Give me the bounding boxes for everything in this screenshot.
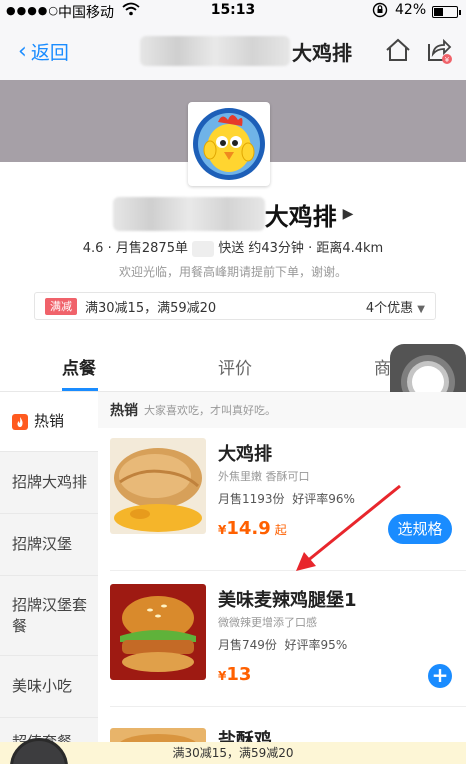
sidebar-item-label: 热销 — [34, 412, 65, 430]
menu-content: 热销 大家喜欢吃，才叫真好吃。 大鸡排 外焦里嫩 香酥可口 月售1193份 好评… — [98, 392, 466, 764]
item-name: 大鸡排 — [218, 444, 272, 465]
sidebar-item-burger-combo[interactable]: 招牌汉堡套餐 — [0, 576, 98, 656]
back-button[interactable]: ‹ 返回 — [18, 38, 69, 65]
sidebar-item-label: 招牌大鸡排 — [12, 473, 88, 491]
item-desc: 微微辣更增添了口感 — [218, 616, 317, 629]
sidebar-item-label: 招牌汉堡套餐 — [12, 595, 88, 635]
add-to-cart-button[interactable]: + — [428, 664, 452, 688]
shop-monthly-sales: 月售2875单 — [115, 241, 188, 256]
blurred-region — [192, 240, 215, 257]
item-name: 美味麦辣鸡腿堡1 — [218, 590, 357, 611]
fire-icon — [12, 413, 28, 430]
home-icon[interactable] — [384, 36, 412, 64]
battery-icon — [432, 6, 461, 18]
section-header: 热销 大家喜欢吃，才叫真好吃。 — [98, 392, 466, 428]
sidebar-item-label: 美味小吃 — [12, 677, 73, 695]
svg-text:¥: ¥ — [445, 56, 450, 64]
nav-bar: ‹ 返回 大鸡排 ¥ — [0, 22, 466, 80]
tab-reviews[interactable]: 评价 — [218, 354, 252, 379]
item-desc: 外焦里嫩 香酥可口 — [218, 470, 310, 483]
blurred-title-region — [140, 36, 290, 66]
category-sidebar: 热销 招牌大鸡排 招牌汉堡 招牌汉堡套餐 美味小吃 超值套餐 — [0, 392, 98, 764]
shop-notice: 欢迎光临，用餐高峰期请提前下单，谢谢。 — [118, 265, 347, 279]
shop-delivery-time: 快送 约43分钟 — [218, 241, 304, 256]
tab-order[interactable]: 点餐 — [62, 354, 96, 379]
item-image-spicy-burger — [110, 584, 206, 680]
back-label: 返回 — [30, 42, 69, 64]
promo-text: 满30减15，满59减20 — [85, 301, 217, 316]
promo-count: 4个优惠 ▼ — [365, 301, 425, 316]
shop-name-text: 大鸡排 — [264, 202, 337, 231]
promo-tag: 满减 — [45, 298, 77, 315]
tab-active-indicator — [62, 388, 98, 391]
promo-bar[interactable]: 满减 满30减15，满59减20 4个优惠 ▼ — [34, 292, 436, 320]
item-price: ¥13 — [218, 664, 252, 685]
item-sales: 月售1193份 好评率96% — [218, 492, 355, 506]
section-title: 热销 — [110, 403, 138, 419]
item-price: ¥14.9 起 — [218, 518, 287, 539]
shop-rating: 4.6 — [82, 241, 104, 256]
rotation-lock-icon — [372, 2, 388, 22]
share-icon[interactable]: ¥ — [424, 36, 452, 64]
sidebar-item-signature-burger[interactable]: 招牌汉堡 — [0, 514, 98, 576]
bottom-promo-bar: 满30减15，满59减20 — [0, 742, 466, 764]
shop-distance: 距离4.4km — [316, 241, 384, 256]
select-spec-button[interactable]: 选规格 — [388, 514, 452, 544]
section-subtitle: 大家喜欢吃，才叫真好吃。 — [144, 404, 276, 417]
item-sales: 月售749份 好评率95% — [218, 638, 348, 652]
chevron-left-icon: ‹ — [18, 38, 27, 64]
sidebar-item-snacks[interactable]: 美味小吃 — [0, 656, 98, 718]
battery-percent: 42% — [395, 2, 427, 18]
shop-stats: 4.6 · 月售2875单 快送 约43分钟 · 距离4.4km — [82, 240, 384, 257]
menu-item[interactable]: 美味麦辣鸡腿堡1 微微辣更增添了口感 月售749份 好评率95% ¥13 + — [98, 584, 466, 696]
divider — [110, 570, 466, 571]
page-title: 大鸡排 — [140, 34, 380, 68]
status-bar: ●●●●○ 中国移动 15:13 42% — [0, 0, 466, 22]
page-title-text: 大鸡排 — [292, 40, 352, 65]
menu-item[interactable]: 大鸡排 外焦里嫩 香酥可口 月售1193份 好评率96% ¥14.9 起 选规格 — [98, 438, 466, 562]
item-image-chicken-cutlet — [110, 438, 206, 534]
blurred-shop-name-region — [112, 197, 265, 231]
tab-merchant[interactable]: 商 — [374, 354, 391, 379]
divider — [110, 706, 466, 707]
sidebar-item-label: 招牌汉堡 — [12, 535, 73, 553]
caret-down-icon: ▼ — [417, 304, 425, 315]
shop-logo — [188, 102, 270, 186]
caret-right-icon: ▶ — [342, 206, 354, 222]
shop-name[interactable]: 大鸡排 ▶ — [100, 194, 366, 234]
sidebar-item-signature-chicken[interactable]: 招牌大鸡排 — [0, 452, 98, 514]
sidebar-item-hot[interactable]: 热销 — [0, 392, 98, 452]
